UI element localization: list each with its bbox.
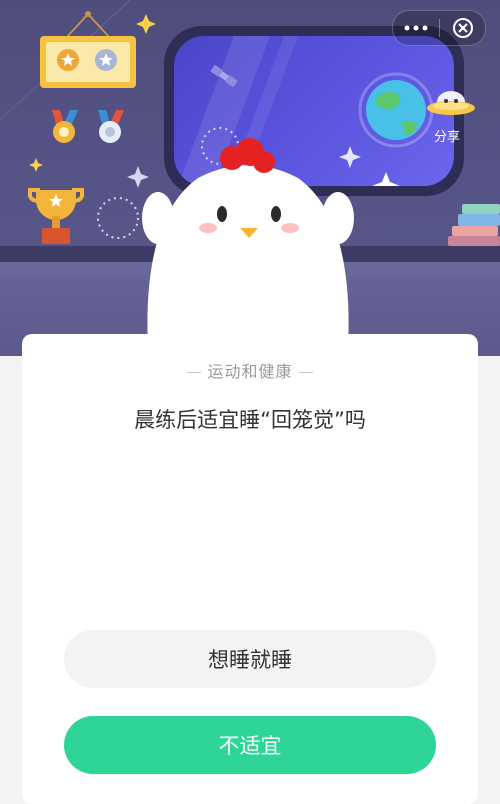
share-label[interactable]: 分享: [434, 126, 460, 145]
category-dash-left: [187, 372, 202, 373]
question-text: 晨练后适宜睡“回笼觉”吗: [134, 408, 366, 432]
header-scene: 分享: [0, 0, 500, 356]
answer-option-1-label: 想睡就睡: [208, 648, 292, 672]
category-text: 运动和健康: [207, 362, 293, 381]
close-button[interactable]: [440, 11, 485, 45]
mini-program-capsule: [392, 10, 486, 46]
share-ufo-icon[interactable]: [424, 84, 478, 124]
chicken-mascot: [142, 138, 354, 348]
category-label: 运动和健康: [22, 358, 478, 382]
answer-option-2[interactable]: 不适宜: [64, 716, 436, 774]
category-dash-right: [298, 372, 313, 373]
close-circle-icon: [452, 18, 473, 38]
answer-option-2-label: 不适宜: [218, 734, 282, 758]
more-button[interactable]: [393, 11, 439, 45]
answer-option-1[interactable]: 想睡就睡: [64, 630, 436, 688]
more-dots-icon: [404, 25, 428, 31]
quiz-card: 运动和健康 晨练后适宜睡“回笼觉”吗 想睡就睡 不适宜: [22, 334, 478, 804]
